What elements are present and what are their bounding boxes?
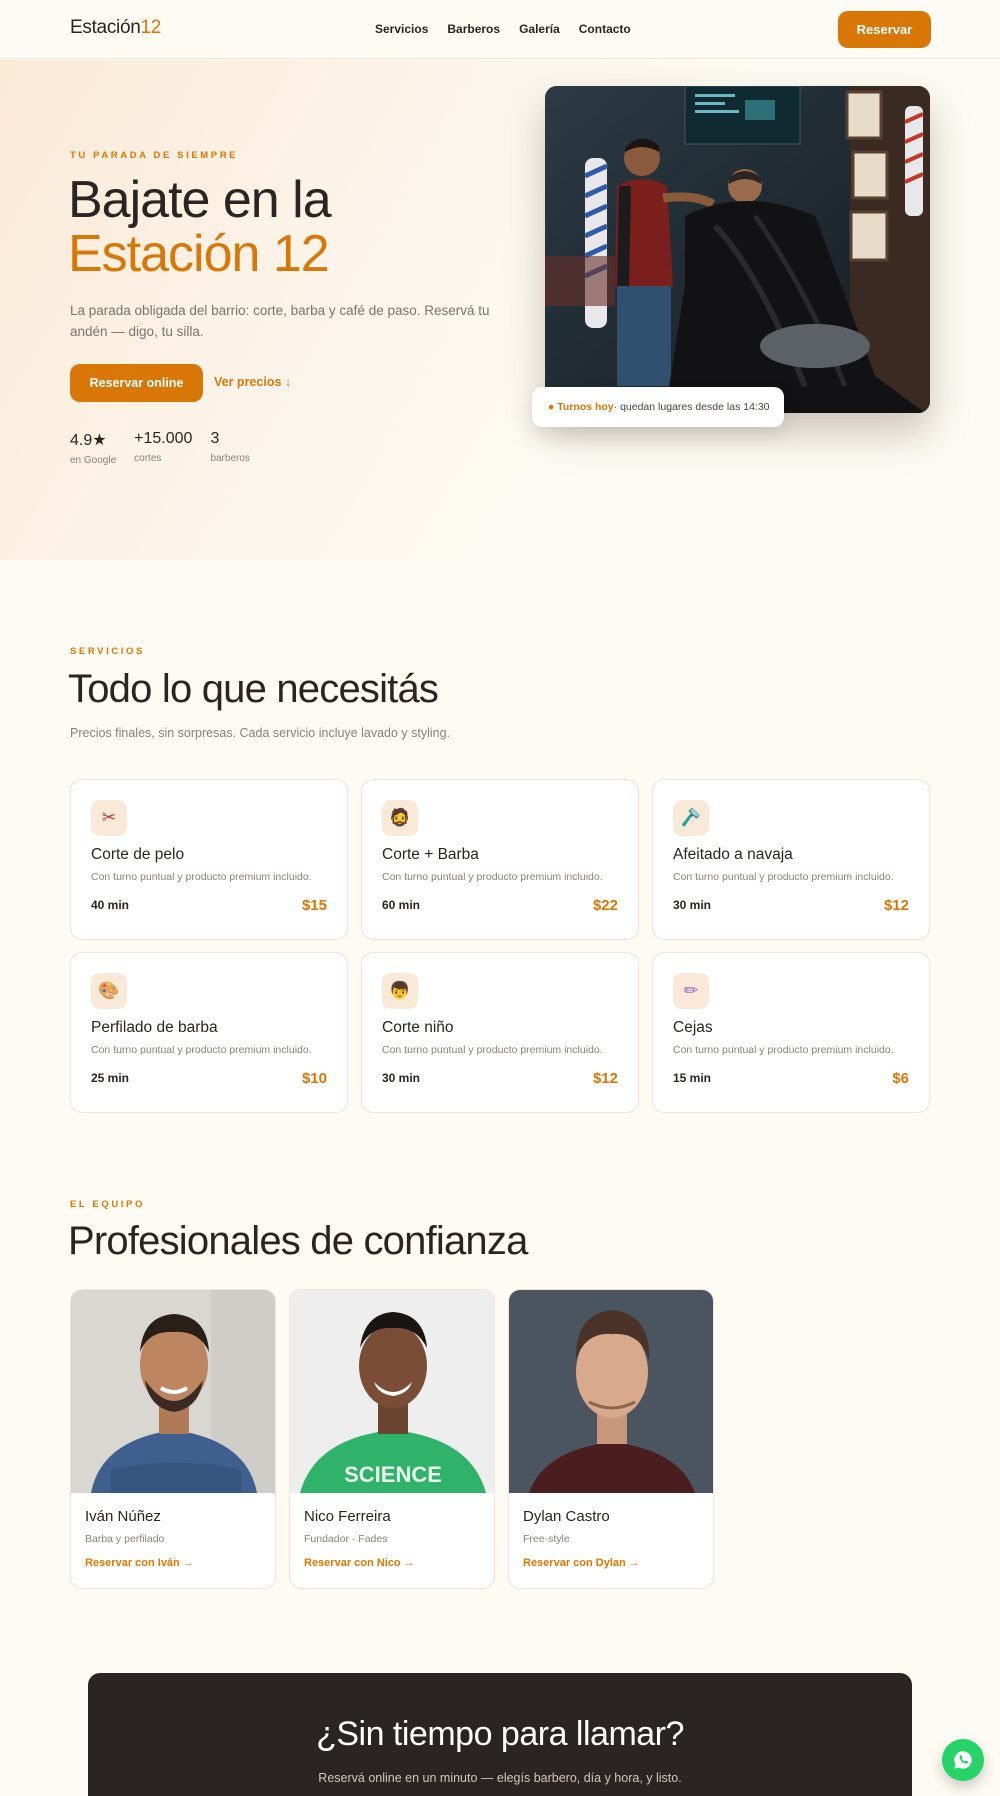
stat-value: 3 [210, 430, 220, 447]
reservar-con-ivan-link[interactable]: Reservar con Iván → [85, 1557, 194, 1569]
service-card[interactable]: 🧔 Corte + Barba Con turno puntual y prod… [361, 779, 639, 940]
svg-text:SCIENCE: SCIENCE [344, 1462, 442, 1487]
barbershop-photo [545, 86, 930, 413]
service-name: Cejas [673, 1019, 713, 1036]
stat-label: barberos [210, 453, 250, 464]
services-title: Todo lo que necesitás [68, 667, 439, 711]
stat-label: en Google [70, 455, 117, 466]
reservar-con-nico-link[interactable]: Reservar con Nico → [304, 1557, 415, 1569]
barber-name: Nico Ferreira [304, 1508, 391, 1525]
bearded-face-icon: 🧔 [382, 800, 418, 836]
service-card[interactable]: ✏ Cejas Con turno puntual y producto pre… [652, 952, 930, 1113]
scissors-icon: ✂ [91, 800, 127, 836]
logo-number: 12 [140, 17, 162, 38]
whatsapp-button[interactable] [942, 1739, 984, 1781]
service-card[interactable]: 🪒 Afeitado a navaja Con turno puntual y … [652, 779, 930, 940]
service-duration: 60 min [382, 898, 421, 912]
brow-pencil-icon: ✏ [673, 973, 709, 1009]
barber-card: Iván Núñez Barba y perfilado Reservar co… [70, 1289, 276, 1589]
service-description: Con turno puntual y producto premium inc… [673, 1044, 894, 1056]
service-name: Perfilado de barba [91, 1019, 218, 1036]
barber-role: Fundador · Fades [304, 1533, 388, 1545]
nav-link-galeria[interactable]: Galería [519, 22, 560, 36]
barber-photo: SCIENCE [290, 1290, 494, 1493]
service-price: $6 [892, 1070, 909, 1087]
team-eyebrow: EL EQUIPO [70, 1199, 145, 1210]
reservar-button[interactable]: Reservar [838, 11, 931, 48]
hero-description: La parada obligada del barrio: corte, ba… [70, 303, 490, 339]
stat-cuts: +15.000 cortes [134, 430, 192, 466]
stat-value: 4.9★ [70, 432, 107, 449]
service-price: $15 [301, 897, 327, 914]
service-name: Corte niño [382, 1019, 454, 1036]
cta-title: ¿Sin tiempo para llamar? [316, 1715, 684, 1753]
service-name: Afeitado a navaja [673, 846, 793, 863]
service-duration: 30 min [673, 898, 712, 912]
reservar-con-dylan-link[interactable]: Reservar con Dylan → [523, 1557, 640, 1569]
cta-subtitle: Reservá online en un minuto — elegís bar… [318, 1771, 682, 1785]
whatsapp-icon [954, 1751, 972, 1769]
service-description: Con turno puntual y producto premium inc… [91, 1044, 312, 1056]
hero-title-line2: Estación 12 [68, 225, 330, 283]
barber-card: SCIENCE Nico Ferreira Fundador · Fades R… [289, 1289, 495, 1589]
service-card[interactable]: ✂ Corte de pelo Con turno puntual y prod… [70, 779, 348, 940]
barber-photo [509, 1290, 713, 1493]
service-price: $10 [301, 1070, 327, 1087]
service-price: $22 [592, 897, 618, 914]
logo-text: Estación [70, 17, 141, 38]
service-card[interactable]: 🎨 Perfilado de barba Con turno puntual y… [70, 952, 348, 1113]
palette-icon: 🎨 [91, 973, 127, 1009]
reservar-online-button[interactable]: Reservar online [70, 364, 203, 402]
barber-role: Barba y perfilado [85, 1533, 165, 1545]
service-price: $12 [883, 897, 909, 914]
logo[interactable]: Estación12 [70, 17, 161, 39]
barber-photo [71, 1290, 275, 1493]
barber-role: Free-style [523, 1533, 570, 1545]
service-duration: 30 min [382, 1071, 421, 1085]
turnos-highlight: ● Turnos hoy [548, 401, 614, 413]
nav-links: Servicios Barberos Galería Contacto [375, 22, 631, 36]
hero-eyebrow: TU PARADA DE SIEMPRE [70, 150, 239, 161]
turnos-text: · quedan lugares desde las 14:30 [613, 401, 770, 413]
nav-link-servicios[interactable]: Servicios [375, 22, 428, 36]
service-card[interactable]: 👦 Corte niño Con turno puntual y product… [361, 952, 639, 1113]
services-subtitle: Precios finales, sin sorpresas. Cada ser… [70, 726, 451, 740]
nav-link-barberos[interactable]: Barberos [447, 22, 500, 36]
service-description: Con turno puntual y producto premium inc… [673, 871, 894, 883]
service-duration: 15 min [673, 1071, 712, 1085]
barber-name: Iván Núñez [85, 1508, 161, 1525]
stat-rating: 4.9★ en Google [70, 430, 116, 466]
razor-icon: 🪒 [673, 800, 709, 836]
nav-link-contacto[interactable]: Contacto [579, 22, 631, 36]
service-duration: 25 min [91, 1071, 130, 1085]
stat-label: cortes [134, 453, 162, 464]
services-eyebrow: SERVICIOS [70, 646, 145, 657]
hero-stats: 4.9★ en Google +15.000 cortes 3 barberos [70, 430, 250, 466]
stat-barbers: 3 barberos [210, 430, 249, 466]
team-title: Profesionales de confianza [68, 1219, 528, 1263]
stat-value: +15.000 [134, 430, 193, 447]
service-name: Corte + Barba [382, 846, 479, 863]
barbershop-photo-illustration [545, 86, 930, 413]
service-description: Con turno puntual y producto premium inc… [382, 1044, 603, 1056]
service-description: Con turno puntual y producto premium inc… [91, 871, 312, 883]
hero-title: Bajate en la Estación 12 [68, 171, 332, 283]
ver-precios-link[interactable]: Ver precios ↓ [214, 375, 291, 389]
barber-name: Dylan Castro [523, 1508, 610, 1525]
child-icon: 👦 [382, 973, 418, 1009]
barber-card: Dylan Castro Free-style Reservar con Dyl… [508, 1289, 714, 1589]
service-duration: 40 min [91, 898, 130, 912]
hero-title-line1: Bajate en la [68, 171, 332, 229]
service-name: Corte de pelo [91, 846, 185, 863]
top-nav: Estación12 Servicios Barberos Galería Co… [0, 0, 1000, 59]
service-description: Con turno puntual y producto premium inc… [382, 871, 603, 883]
cta-band: ¿Sin tiempo para llamar? Reservá online … [88, 1673, 912, 1796]
turnos-hoy-badge: ● Turnos hoy · quedan lugares desde las … [532, 387, 784, 427]
service-price: $12 [592, 1070, 618, 1087]
